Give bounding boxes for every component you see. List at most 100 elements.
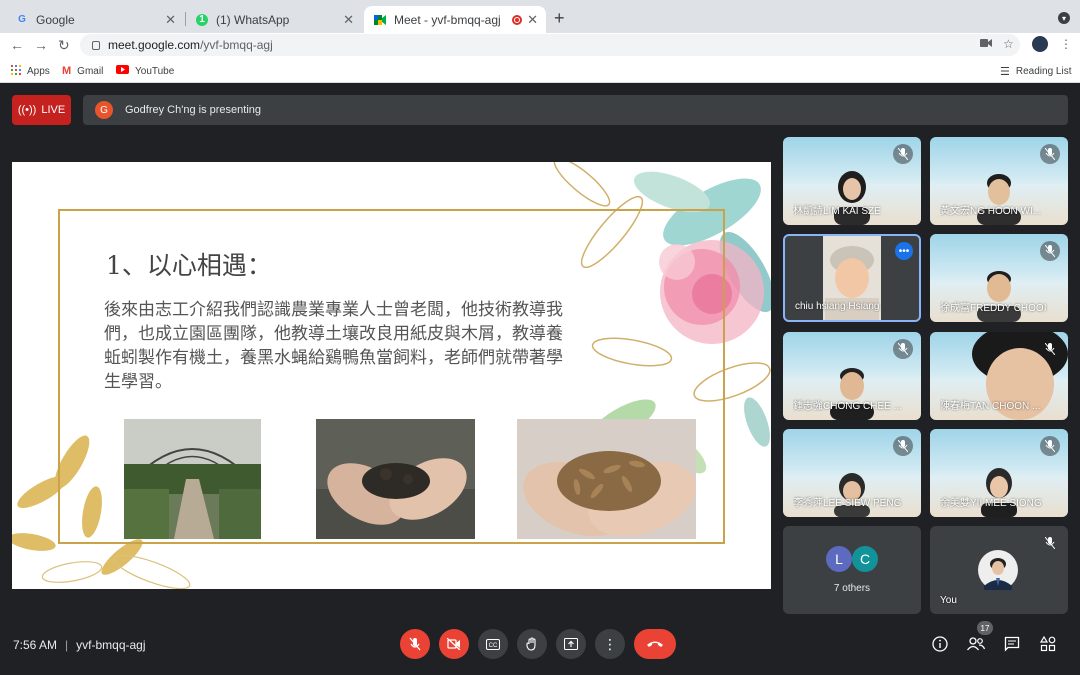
lock-icon xyxy=(92,40,100,50)
bookmark-star-icon[interactable]: ☆ xyxy=(1003,37,1014,51)
tab-meet[interactable]: Meet - yvf-bmqq-agj ✕ xyxy=(364,6,546,33)
mic-off-icon xyxy=(409,637,421,651)
greenhouse-photo xyxy=(124,419,261,539)
tab-title: Meet - yvf-bmqq-agj xyxy=(394,12,501,27)
bookmark-youtube[interactable]: YouTube xyxy=(116,65,174,77)
meeting-info: 7:56 AM | yvf-bmqq-agj xyxy=(13,638,146,652)
present-screen-icon xyxy=(564,638,578,650)
clock-time: 7:56 AM xyxy=(13,638,58,652)
back-icon[interactable]: ← xyxy=(10,37,24,53)
activities-button[interactable] xyxy=(1037,633,1059,655)
profile-avatar[interactable] xyxy=(1032,36,1048,52)
people-icon xyxy=(967,637,985,651)
info-icon xyxy=(932,636,948,652)
reload-icon[interactable]: ↻ xyxy=(58,37,70,54)
mic-off-icon xyxy=(893,339,913,359)
bookmark-label: Apps xyxy=(27,66,50,77)
broadcast-icon: ((•)) xyxy=(17,104,37,116)
participant-tile[interactable]: 李秀萍LEE SIEW PENG xyxy=(783,429,921,517)
mic-off-icon xyxy=(893,436,913,456)
participant-name: 徐成富FREDDY CHOOI xyxy=(940,303,1047,314)
gmail-icon: M xyxy=(62,65,72,77)
slide-title: 1、以心相遇： xyxy=(106,251,272,280)
mic-off-icon xyxy=(1040,436,1060,456)
camera-off-icon xyxy=(447,638,461,650)
bookmarks-bar: Apps M Gmail YouTube ☰ Reading List xyxy=(0,59,1080,83)
recording-icon xyxy=(512,14,522,25)
live-label: LIVE xyxy=(41,104,66,116)
bookmark-label: YouTube xyxy=(135,65,175,77)
others-avatar: L xyxy=(826,546,852,572)
presenting-text: Godfrey Ch'ng is presenting xyxy=(125,104,262,116)
activities-icon xyxy=(1040,636,1056,652)
self-name: You xyxy=(940,595,957,606)
larvae-hands-photo xyxy=(517,419,696,539)
mic-off-icon xyxy=(893,144,913,164)
present-button[interactable] xyxy=(556,629,586,659)
participant-tile[interactable]: 鍾志強CHONG CHEE ... xyxy=(783,332,921,420)
participant-name: chiu hsiang Hsiang xyxy=(795,301,880,312)
meeting-code: yvf-bmqq-agj xyxy=(76,638,146,652)
bookmark-label: Gmail xyxy=(77,65,104,77)
address-bar[interactable]: meet.google.com/yvf-bmqq-agj xyxy=(80,34,1020,56)
close-icon[interactable]: ✕ xyxy=(165,12,176,28)
participant-name: 鍾志強CHONG CHEE ... xyxy=(793,401,902,412)
bookmark-gmail[interactable]: M Gmail xyxy=(62,65,103,77)
participant-name: 李秀萍LEE SIEW PENG xyxy=(793,498,902,509)
participant-name: 黃文宏NG HOON WI... xyxy=(940,206,1042,217)
tab-google[interactable]: G Google ✕ xyxy=(6,6,184,33)
presentation-slide: 1、以心相遇： 後來由志工介紹我們認識農業專業人士曾老闆，他技術教導我們，也成立… xyxy=(12,162,771,589)
bookmark-apps[interactable]: Apps xyxy=(11,65,50,78)
others-avatar: C xyxy=(852,546,878,572)
menu-icon[interactable]: ⋮ xyxy=(1060,37,1072,51)
close-icon[interactable]: ✕ xyxy=(527,12,538,28)
chat-icon xyxy=(1004,636,1020,652)
meet-icon xyxy=(374,14,386,26)
self-tile[interactable]: You xyxy=(930,526,1068,614)
chat-button[interactable] xyxy=(1001,633,1023,655)
camera-icon[interactable] xyxy=(980,37,992,51)
mic-off-icon xyxy=(1040,533,1060,553)
end-call-button[interactable] xyxy=(634,629,676,659)
tab-title: Google xyxy=(36,12,75,27)
reading-list-button[interactable]: ☰ Reading List xyxy=(1000,65,1071,78)
meeting-details-button[interactable] xyxy=(929,633,951,655)
browser-tab-strip: G Google ✕ 1 (1) WhatsApp ✕ Meet - yvf-b… xyxy=(0,0,1080,33)
close-icon[interactable]: ✕ xyxy=(343,12,354,28)
mic-off-icon xyxy=(1040,144,1060,164)
participant-tile[interactable]: 余美雙YII MEE SIONG xyxy=(930,429,1068,517)
presenter-avatar: G xyxy=(95,101,113,119)
mic-off-icon xyxy=(1040,339,1060,359)
others-tile[interactable]: L C 7 others xyxy=(783,526,921,614)
forward-icon[interactable]: → xyxy=(34,37,48,53)
browser-toolbar: ← → ↻ meet.google.com/yvf-bmqq-agj ☆ ⋮ xyxy=(0,33,1080,59)
url-path: /yvf-bmqq-agj xyxy=(200,38,273,52)
tab-whatsapp[interactable]: 1 (1) WhatsApp ✕ xyxy=(186,6,362,33)
more-options-icon[interactable]: ••• xyxy=(895,242,913,260)
people-count-badge: 17 xyxy=(977,621,993,635)
captions-button[interactable]: CC xyxy=(478,629,508,659)
participant-tile[interactable]: 黃文宏NG HOON WI... xyxy=(930,137,1068,225)
youtube-icon xyxy=(116,65,129,77)
others-label: 7 others xyxy=(833,583,871,594)
meeting-control-bar: 7:56 AM | yvf-bmqq-agj CC ⋮ 17 xyxy=(0,621,1080,675)
new-tab-icon[interactable]: + xyxy=(554,8,565,29)
live-button[interactable]: ((•)) LIVE xyxy=(12,95,71,125)
more-options-button[interactable]: ⋮ xyxy=(595,629,625,659)
mic-toggle-button[interactable] xyxy=(400,629,430,659)
raise-hand-button[interactable] xyxy=(517,629,547,659)
apps-grid-icon xyxy=(11,65,21,78)
participant-tile-active[interactable]: ••• chiu hsiang Hsiang xyxy=(783,234,921,322)
camera-toggle-button[interactable] xyxy=(439,629,469,659)
participant-name: 余美雙YII MEE SIONG xyxy=(940,498,1042,509)
participant-tile[interactable]: 徐成富FREDDY CHOOI xyxy=(930,234,1068,322)
reading-list-icon: ☰ xyxy=(1000,66,1010,78)
participant-tile[interactable]: 林凱詩LIM KAI SZE xyxy=(783,137,921,225)
people-button[interactable] xyxy=(965,633,987,655)
presenting-banner: G Godfrey Ch'ng is presenting xyxy=(83,95,1068,125)
tab-search-icon[interactable]: ▾ xyxy=(1058,12,1070,24)
participant-tile[interactable]: 陳春梅TAN CHOON ... xyxy=(930,332,1068,420)
captions-icon: CC xyxy=(486,638,500,650)
participant-name: 陳春梅TAN CHOON ... xyxy=(940,401,1041,412)
tab-title: (1) WhatsApp xyxy=(216,12,290,27)
